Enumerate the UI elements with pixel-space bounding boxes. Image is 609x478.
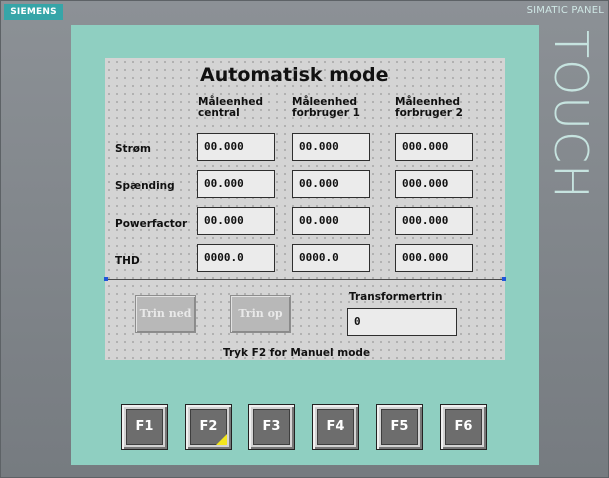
f5-key-label: F5 xyxy=(381,409,418,445)
column-header-central: Måleenhed central xyxy=(198,96,263,119)
strom-forbruger-1-field[interactable]: 00.000 xyxy=(292,133,370,161)
f4-key-label: F4 xyxy=(317,409,354,445)
model-label: SIMATIC PANEL xyxy=(526,5,604,16)
powerfactor-forbruger-2-field[interactable]: 000.000 xyxy=(395,207,473,235)
row-label-powerfactor: Powerfactor xyxy=(115,218,188,230)
f1-key[interactable]: F1 xyxy=(121,404,168,450)
spaending-forbruger-1-field[interactable]: 00.000 xyxy=(292,170,370,198)
spaending-central-field[interactable]: 00.000 xyxy=(197,170,275,198)
row-label-strom: Strøm xyxy=(115,143,151,155)
touch-label: TOUCH xyxy=(544,30,598,200)
page-title: Automatisk mode xyxy=(200,64,389,86)
thd-forbruger-1-field[interactable]: 0000.0 xyxy=(292,244,370,272)
f3-key-label: F3 xyxy=(253,409,290,445)
trin-ned-button[interactable]: Trin ned xyxy=(135,295,196,333)
transformertrin-label: Transformertrin xyxy=(349,291,443,303)
selection-handle-left[interactable] xyxy=(104,277,108,281)
mode-hint: Tryk F2 for Manuel mode xyxy=(223,347,371,359)
f2-marker-icon xyxy=(216,434,227,445)
thd-central-field[interactable]: 0000.0 xyxy=(197,244,275,272)
trin-op-button[interactable]: Trin op xyxy=(230,295,291,333)
f5-key[interactable]: F5 xyxy=(376,404,423,450)
powerfactor-central-field[interactable]: 00.000 xyxy=(197,207,275,235)
f2-key[interactable]: F2 xyxy=(185,404,232,450)
strom-central-field[interactable]: 00.000 xyxy=(197,133,275,161)
column-header-forbruger-2: Måleenhed forbruger 2 xyxy=(395,96,463,119)
powerfactor-forbruger-1-field[interactable]: 00.000 xyxy=(292,207,370,235)
spaending-forbruger-2-field[interactable]: 000.000 xyxy=(395,170,473,198)
f4-key[interactable]: F4 xyxy=(312,404,359,450)
row-label-thd: THD xyxy=(115,255,140,267)
section-divider xyxy=(105,279,505,280)
f1-key-label: F1 xyxy=(126,409,163,445)
transformertrin-field[interactable]: 0 xyxy=(347,308,457,336)
column-header-forbruger-1: Måleenhed forbruger 1 xyxy=(292,96,360,119)
thd-forbruger-2-field[interactable]: 000.000 xyxy=(395,244,473,272)
f6-key-label: F6 xyxy=(445,409,482,445)
row-label-spaending: Spænding xyxy=(115,180,175,192)
brand-logo: SIEMENS xyxy=(4,4,63,20)
selection-handle-right[interactable] xyxy=(502,277,506,281)
strom-forbruger-2-field[interactable]: 000.000 xyxy=(395,133,473,161)
f3-key[interactable]: F3 xyxy=(248,404,295,450)
f6-key[interactable]: F6 xyxy=(440,404,487,450)
